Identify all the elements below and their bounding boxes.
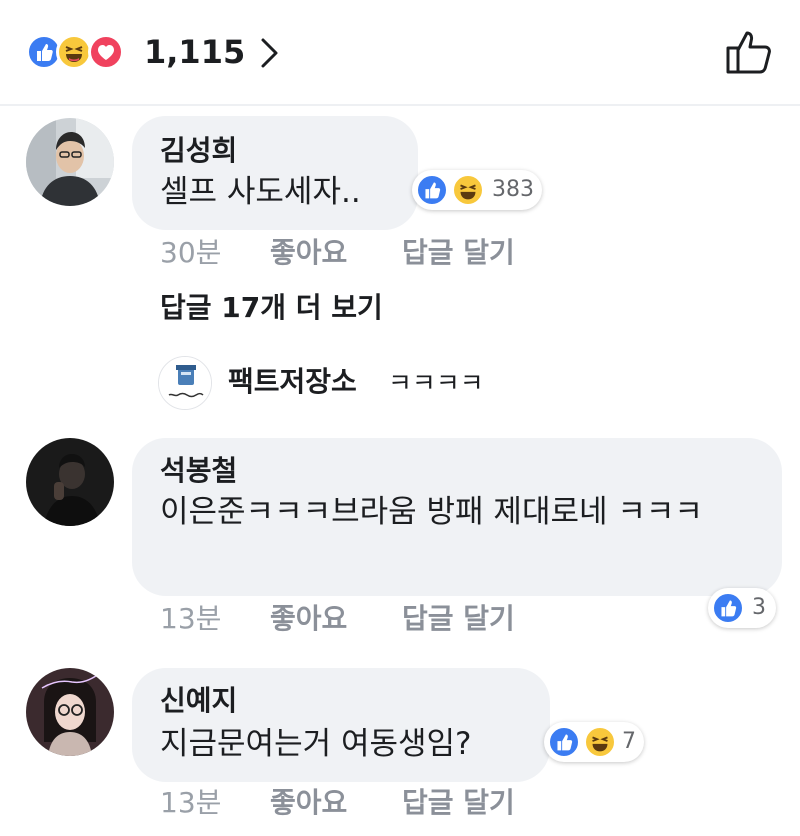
- avatar[interactable]: [26, 668, 114, 756]
- reaction-count: 383: [492, 177, 534, 202]
- haha-icon: [452, 174, 484, 206]
- reply-text: ㅋㅋㅋㅋ: [388, 369, 484, 399]
- comment-meta: 30분 좋아요 답글 달기: [160, 236, 560, 270]
- comment-bubble[interactable]: 신예지 지금문여는거 여동생임?: [132, 668, 550, 782]
- comment-author[interactable]: 신예지: [160, 684, 237, 718]
- comment-meta: 13분 좋아요 답글 달기: [160, 602, 560, 636]
- comment-bubble[interactable]: 김성희 셀프 사도세자..: [132, 116, 418, 230]
- like-action-button[interactable]: 좋아요: [270, 786, 347, 820]
- comment-text: 지금문여는거 여동생임?: [160, 726, 472, 762]
- comment-author[interactable]: 석봉철: [160, 454, 237, 488]
- reply-action-button[interactable]: 답글 달기: [402, 602, 515, 636]
- comment-reactions[interactable]: 7: [544, 722, 644, 762]
- chevron-right-icon[interactable]: [258, 36, 282, 70]
- love-icon: [88, 34, 124, 70]
- view-more-replies-link[interactable]: 답글 17개 더 보기: [160, 290, 383, 326]
- reactions-header: 1,115: [0, 0, 800, 106]
- comment-reactions[interactable]: 3: [708, 588, 776, 628]
- comment-author[interactable]: 김성희: [160, 134, 237, 168]
- haha-icon: [56, 34, 92, 70]
- reply-action-button[interactable]: 답글 달기: [402, 786, 515, 820]
- comment-time: 30분: [160, 236, 222, 269]
- reaction-count: 7: [622, 729, 636, 754]
- comment-reactions[interactable]: 383: [412, 170, 542, 210]
- reaction-count: 3: [752, 595, 766, 620]
- reply-author[interactable]: 팩트저장소: [228, 364, 357, 400]
- avatar[interactable]: [26, 438, 114, 526]
- comment-time: 13분: [160, 602, 222, 635]
- thumbs-up-outline-icon[interactable]: [724, 28, 776, 76]
- like-action-button[interactable]: 좋아요: [270, 602, 347, 636]
- like-icon: [548, 726, 580, 758]
- reply-action-button[interactable]: 답글 달기: [402, 236, 515, 270]
- reaction-summary[interactable]: [26, 34, 136, 70]
- reply-avatar[interactable]: [158, 356, 212, 410]
- total-reaction-count[interactable]: 1,115: [144, 34, 245, 70]
- like-icon: [416, 174, 448, 206]
- comment-time: 13분: [160, 786, 222, 819]
- comment-meta: 13분 좋아요 답글 달기: [160, 786, 560, 820]
- like-action-button[interactable]: 좋아요: [270, 236, 347, 270]
- comment-text: 이은준ㅋㅋㅋ브라움 방패 제대로네 ㅋㅋㅋ: [160, 494, 703, 530]
- avatar[interactable]: [26, 118, 114, 206]
- like-icon: [712, 592, 744, 624]
- comment-text: 셀프 사도세자..: [160, 174, 361, 210]
- haha-icon: [584, 726, 616, 758]
- comment-bubble[interactable]: 석봉철 이은준ㅋㅋㅋ브라움 방패 제대로네 ㅋㅋㅋ: [132, 438, 782, 596]
